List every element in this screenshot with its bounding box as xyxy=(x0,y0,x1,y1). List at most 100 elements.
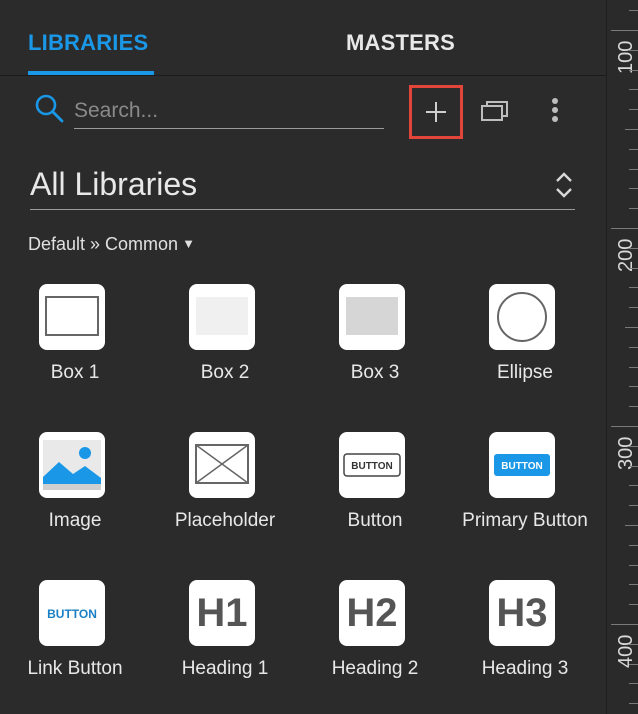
ruler-tick xyxy=(629,248,638,249)
heading2-icon: H2 xyxy=(339,580,405,646)
widget-box-3[interactable]: Box 3 xyxy=(300,284,450,404)
ruler-tick xyxy=(629,307,638,308)
heading3-glyph: H3 xyxy=(496,590,548,635)
ruler-tick xyxy=(629,169,638,170)
ruler-tick xyxy=(629,287,638,288)
libraries-panel: LIBRARIES MASTERS All Libraries xyxy=(0,0,606,714)
widget-label: Placeholder xyxy=(174,510,276,531)
ruler-tick xyxy=(629,664,638,665)
widget-box-2[interactable]: Box 2 xyxy=(150,284,300,404)
widget-primary-button[interactable]: BUTTON Primary Button xyxy=(450,432,600,552)
heading1-glyph: H1 xyxy=(196,590,248,635)
ruler-tick xyxy=(629,10,638,11)
tab-masters[interactable]: MASTERS xyxy=(346,30,455,56)
placeholder-icon xyxy=(189,432,255,498)
widget-label: Box 1 xyxy=(50,362,100,383)
widget-label: Ellipse xyxy=(497,362,553,383)
library-dropdown-value: All Libraries xyxy=(30,166,198,202)
heading3-icon: H3 xyxy=(489,580,555,646)
ruler-tick xyxy=(629,386,638,387)
ruler-tick xyxy=(629,50,638,51)
widget-label: Link Button xyxy=(27,658,123,679)
active-tab-indicator xyxy=(28,71,154,75)
ruler-tick xyxy=(629,149,638,150)
widget-ellipse[interactable]: Ellipse xyxy=(450,284,600,404)
ruler-label: 400 xyxy=(615,634,637,668)
ruler-tick xyxy=(629,505,638,506)
box1-icon xyxy=(39,284,105,350)
breadcrumb-text: Default » Common xyxy=(28,234,179,254)
widget-label: Box 2 xyxy=(200,362,250,383)
widget-box-1[interactable]: Box 1 xyxy=(0,284,150,404)
link-button-icon-text: BUTTON xyxy=(47,607,97,621)
ruler-tick xyxy=(629,406,638,407)
vertical-ruler: 100 200 300 400 xyxy=(606,0,638,714)
ruler-tick xyxy=(611,228,638,229)
add-library-button[interactable] xyxy=(409,85,463,139)
search-toolbar xyxy=(0,76,606,148)
more-options-icon[interactable] xyxy=(542,94,568,130)
widget-label: Button xyxy=(347,510,403,531)
ruler-tick xyxy=(629,485,638,486)
widget-label: Heading 2 xyxy=(331,658,419,679)
ellipse-icon xyxy=(489,284,555,350)
heading1-icon: H1 xyxy=(189,580,255,646)
widget-image[interactable]: Image xyxy=(0,432,150,552)
primary-button-icon: BUTTON xyxy=(489,432,555,498)
search-icon xyxy=(35,94,64,123)
ruler-tick xyxy=(629,565,638,566)
ruler-tick xyxy=(611,426,638,427)
ruler-tick xyxy=(629,367,638,368)
widget-button[interactable]: BUTTON Button xyxy=(300,432,450,552)
box3-icon xyxy=(339,284,405,350)
button-icon-text: BUTTON xyxy=(351,461,392,472)
widget-label: Heading 1 xyxy=(181,658,269,679)
ruler-label: 200 xyxy=(615,238,637,272)
ruler-tick xyxy=(629,208,638,209)
ruler-tick xyxy=(629,109,638,110)
ruler-tick xyxy=(629,644,638,645)
ruler-tick xyxy=(625,525,638,526)
library-dropdown[interactable]: All Libraries xyxy=(30,160,575,210)
widget-placeholder[interactable]: Placeholder xyxy=(150,432,300,552)
ruler-tick xyxy=(629,268,638,269)
plus-icon xyxy=(426,102,446,122)
caret-down-icon: ▼ xyxy=(182,236,195,251)
widget-label: Heading 3 xyxy=(481,658,569,679)
ruler-tick xyxy=(629,89,638,90)
widget-heading-3[interactable]: H3 Heading 3 xyxy=(450,580,600,700)
primary-button-icon-text: BUTTON xyxy=(501,461,542,472)
ruler-tick xyxy=(629,584,638,585)
widget-heading-1[interactable]: H1 Heading 1 xyxy=(150,580,300,700)
ruler-tick xyxy=(629,545,638,546)
widget-label: Box 3 xyxy=(350,362,400,383)
ruler-tick xyxy=(625,327,638,328)
duplicate-windows-icon[interactable] xyxy=(478,94,514,130)
search-input[interactable] xyxy=(74,95,384,129)
heading2-glyph: H2 xyxy=(346,590,398,635)
box2-icon xyxy=(189,284,255,350)
widget-link-button[interactable]: BUTTON Link Button xyxy=(0,580,150,700)
ruler-tick xyxy=(611,624,638,625)
ruler-tick xyxy=(629,604,638,605)
ruler-tick xyxy=(629,683,638,684)
ruler-tick xyxy=(625,129,638,130)
image-icon xyxy=(39,432,105,498)
ruler-tick xyxy=(629,466,638,467)
ruler-tick xyxy=(629,347,638,348)
up-down-chevron-icon xyxy=(556,172,572,198)
ruler-tick xyxy=(629,70,638,71)
tab-libraries[interactable]: LIBRARIES xyxy=(28,30,148,56)
ruler-tick xyxy=(629,188,638,189)
panel-tabs: LIBRARIES MASTERS xyxy=(0,0,606,76)
ruler-tick xyxy=(629,446,638,447)
ruler-label: 100 xyxy=(615,40,637,74)
ruler-tick xyxy=(611,30,638,31)
widget-label: Image xyxy=(48,510,102,531)
link-button-icon: BUTTON xyxy=(39,580,105,646)
widget-label: Primary Button xyxy=(462,510,588,531)
ruler-label: 300 xyxy=(615,436,637,470)
ruler-tick xyxy=(629,703,638,704)
library-breadcrumb[interactable]: Default » Common ▼ xyxy=(28,234,195,255)
widget-heading-2[interactable]: H2 Heading 2 xyxy=(300,580,450,700)
